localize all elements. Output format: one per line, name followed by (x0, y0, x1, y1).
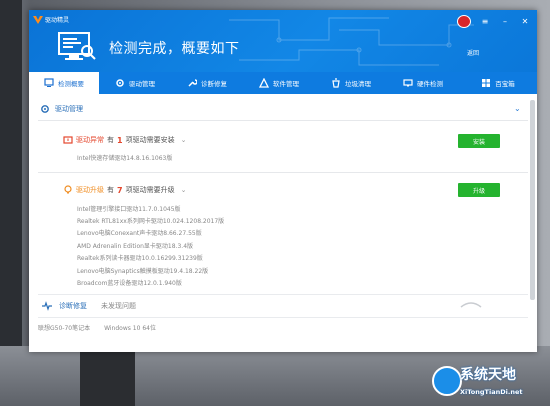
tab-hardware[interactable]: 硬件检测 (387, 72, 459, 94)
overview-content: 驱动管理 ⌄ 驱动异常 有 1 项驱动需要安装 ⌄ 安装 Intel快速存储驱动… (29, 94, 537, 352)
monitor-scan-icon (58, 32, 96, 60)
chevron-down-icon[interactable]: ⌄ (514, 104, 521, 113)
user-avatar-icon[interactable] (457, 15, 471, 28)
driver-section-title: 驱动管理 (55, 105, 83, 113)
diagnosis-icon (42, 301, 52, 311)
list-item: Intel快速存储驱动14.8.16.1063版 (77, 155, 173, 162)
toolbox-icon (482, 79, 491, 87)
abnormal-driver-header: 驱动异常 有 1 项驱动需要安装 ⌄ (63, 135, 186, 145)
tab-overview[interactable]: 检测概要 (29, 72, 99, 94)
menu-icon[interactable]: ≡ (479, 17, 491, 26)
upgrade-button[interactable]: 升级 (458, 183, 500, 197)
background-dark-panel (80, 352, 135, 406)
minimize-icon[interactable]: – (499, 17, 511, 26)
app-window: 驱动精灵 检测完成，概要如下 ≡ – ✕ 返回 检测概要 驱动管理 诊断修复 软… (29, 10, 537, 352)
divider (38, 294, 528, 295)
title-bar: 驱动精灵 检测完成，概要如下 ≡ – ✕ 返回 (29, 10, 537, 72)
list-item: Lenovo电脑Conexant声卡驱动8.66.27.55版 (77, 230, 202, 237)
main-tabs: 检测概要 驱动管理 诊断修复 软件管理 垃圾清理 硬件检测 百宝箱 (29, 72, 537, 94)
divider (38, 172, 528, 173)
system-info: 联想G50-70笔记本 Windows 10 64位 (38, 323, 156, 332)
lightbulb-icon (64, 185, 72, 194)
site-watermark: 系统天地 XiTongTianDi.net (424, 362, 550, 406)
divider (38, 120, 528, 121)
list-item: Intel管理引擎接口驱动11.7.0.1045版 (77, 206, 181, 213)
warning-icon (63, 136, 73, 144)
list-item: AMD Adrenalin Edition显卡驱动18.3.4版 (77, 243, 194, 250)
scrollbar[interactable] (530, 100, 535, 300)
list-item: Realtek RTL81xx系列网卡驱动10.024.1208.2017版 (77, 218, 225, 225)
driver-section-header[interactable]: 驱动管理 (40, 104, 83, 114)
loading-spinner-icon (460, 302, 482, 308)
divider (38, 317, 528, 318)
scan-result-headline: 检测完成，概要如下 (109, 41, 240, 57)
diagnosis-row[interactable]: 诊断修复 未发现问题 (41, 301, 136, 311)
watermark-logo-icon (432, 366, 462, 396)
overview-icon (44, 78, 54, 87)
list-item: Broadcom蓝牙设备驱动12.0.1.940版 (77, 280, 182, 287)
app-name: 驱动精灵 (45, 17, 70, 24)
chevron-down-icon[interactable]: ⌄ (181, 136, 187, 144)
return-link[interactable]: 返回 (467, 48, 479, 57)
os-version: Windows 10 64位 (104, 325, 156, 332)
hardware-icon (403, 79, 413, 87)
computer-model: 联想G50-70笔记本 (38, 325, 91, 332)
chevron-down-icon[interactable]: ⌄ (181, 186, 187, 194)
upgrade-driver-header: 驱动升级 有 7 项驱动需要升级 ⌄ (63, 185, 186, 195)
gear-icon (116, 79, 124, 87)
tab-toolbox[interactable]: 百宝箱 (459, 72, 537, 94)
circuit-decoration (229, 17, 474, 66)
app-logo-icon (33, 16, 43, 24)
tab-cleanup[interactable]: 垃圾清理 (315, 72, 387, 94)
window-controls: ≡ – ✕ (457, 15, 531, 28)
install-button[interactable]: 安装 (458, 134, 500, 148)
tab-software[interactable]: 软件管理 (243, 72, 315, 94)
list-item: Realtek系列读卡器驱动10.0.16299.31239版 (77, 255, 203, 262)
tab-diagnosis[interactable]: 诊断修复 (171, 72, 243, 94)
software-icon (259, 78, 269, 88)
list-item: Lenovo电脑Synaptics触摸板驱动19.4.18.22版 (77, 268, 209, 275)
tab-driver-management[interactable]: 驱动管理 (99, 72, 171, 94)
trash-icon (332, 78, 340, 88)
wrench-icon (188, 79, 197, 87)
close-icon[interactable]: ✕ (519, 17, 531, 26)
gear-icon (41, 105, 49, 113)
